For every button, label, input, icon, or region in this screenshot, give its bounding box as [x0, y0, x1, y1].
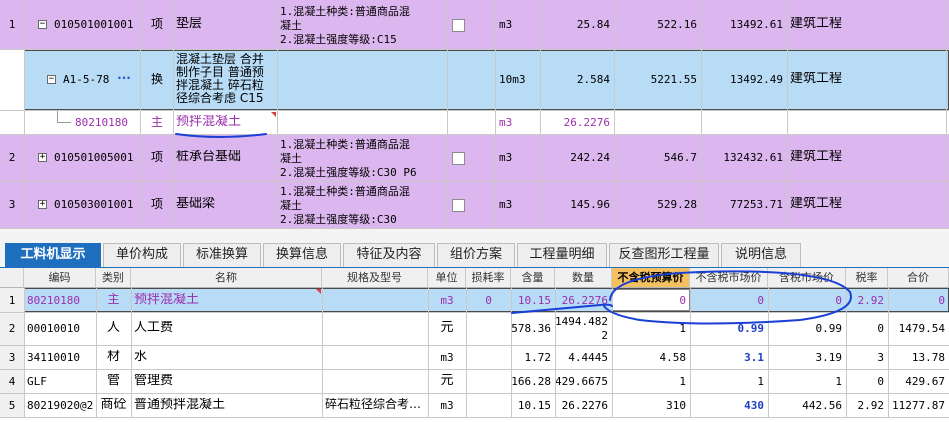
annotation-ellipse [603, 270, 852, 325]
annotation-underline [511, 303, 613, 314]
annotation-underline [175, 133, 267, 138]
annotation-overlay [175, 133, 852, 325]
